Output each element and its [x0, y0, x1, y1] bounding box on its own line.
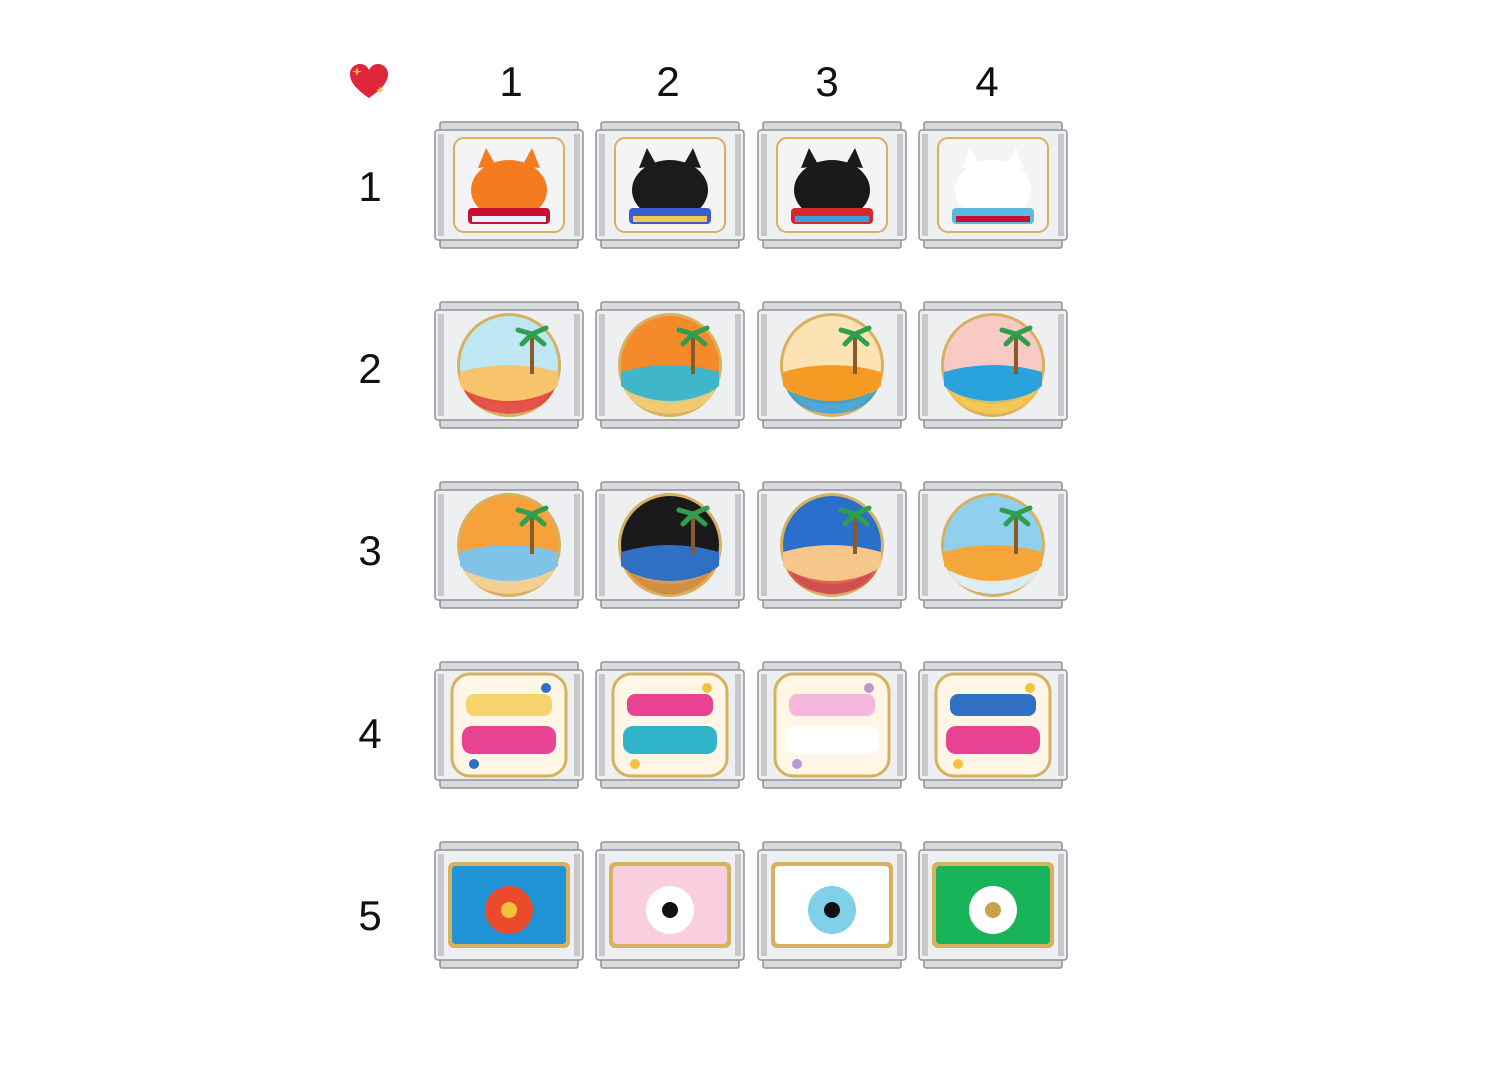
- beach-ball-lifebuoy-icon: [780, 493, 884, 597]
- green-leaf-icon: [932, 862, 1054, 948]
- island-palm-surfboard-icon: [618, 313, 722, 417]
- blue-evil-eye-icon: [771, 862, 893, 948]
- pink-evil-eye-icon: [609, 862, 731, 948]
- column-label-4: 4: [975, 58, 999, 105]
- charm-link: [595, 121, 745, 249]
- charm-link: [595, 841, 745, 969]
- charm-tile[interactable]: [595, 660, 745, 790]
- charm-tile[interactable]: [757, 120, 907, 250]
- beach-chairs-umbrella-icon: [941, 313, 1045, 417]
- charm-link: [434, 481, 584, 609]
- charm-tile[interactable]: [918, 840, 1068, 970]
- charm-link: [757, 481, 907, 609]
- rainbow-icon: [448, 862, 570, 948]
- charm-link: [595, 481, 745, 609]
- charm-link: [434, 121, 584, 249]
- charm-tile[interactable]: [434, 300, 584, 430]
- night-beach-tent-icon: [618, 493, 722, 597]
- keep-smiling-lettering-icon: [611, 672, 729, 778]
- charm-tile[interactable]: [918, 480, 1068, 610]
- charm-link: [918, 301, 1068, 429]
- charm-link: [434, 661, 584, 789]
- charm-link: [918, 661, 1068, 789]
- charm-tile[interactable]: [595, 120, 745, 250]
- charm-tile[interactable]: [918, 120, 1068, 250]
- harry-styles-heart-icon: [773, 672, 891, 778]
- row-label-4: 4: [358, 710, 382, 757]
- row-label-3: 3: [358, 527, 382, 574]
- charm-link: [595, 661, 745, 789]
- orange-cat-reading-book-icon: [453, 137, 565, 233]
- column-label-3: 3: [815, 58, 839, 105]
- column-label-2: 2: [656, 58, 680, 105]
- charm-link: [757, 841, 907, 969]
- keep-reading-lettering-icon: [934, 672, 1052, 778]
- charm-tile[interactable]: [595, 300, 745, 430]
- charm-link: [595, 301, 745, 429]
- cat-on-branch-starry-night-icon: [614, 137, 726, 233]
- beach-tent-palm-icon: [941, 493, 1045, 597]
- beach-umbrella-palm-icon: [457, 313, 561, 417]
- column-label-1: 1: [499, 58, 523, 105]
- charm-tile[interactable]: [434, 660, 584, 790]
- charm-tile[interactable]: [434, 840, 584, 970]
- charm-tile[interactable]: [595, 480, 745, 610]
- charm-link: [918, 841, 1068, 969]
- row-label-2: 2: [358, 345, 382, 392]
- charm-link: [918, 481, 1068, 609]
- charm-tile[interactable]: [434, 480, 584, 610]
- charm-link: [434, 301, 584, 429]
- charm-tile[interactable]: [434, 120, 584, 250]
- charm-tile[interactable]: [757, 660, 907, 790]
- row-label-1: 1: [358, 163, 382, 210]
- sparkling-heart-icon: [350, 64, 388, 98]
- charm-tile[interactable]: [757, 840, 907, 970]
- mountain-sunset-beach-icon: [457, 493, 561, 597]
- charm-link: [918, 121, 1068, 249]
- white-cat-on-books-icon: [937, 137, 1049, 233]
- charm-tile[interactable]: [757, 300, 907, 430]
- charm-tile[interactable]: [918, 300, 1068, 430]
- charm-tile[interactable]: [757, 480, 907, 610]
- charm-link: [434, 841, 584, 969]
- charm-tile[interactable]: [918, 660, 1068, 790]
- charm-link: [757, 301, 907, 429]
- charm-link: [757, 121, 907, 249]
- black-cat-red-book-icon: [776, 137, 888, 233]
- charm-link: [757, 661, 907, 789]
- row-label-5: 5: [358, 892, 382, 939]
- charm-tile[interactable]: [595, 840, 745, 970]
- keep-creating-lettering-icon: [450, 672, 568, 778]
- sunset-hammock-icon: [780, 313, 884, 417]
